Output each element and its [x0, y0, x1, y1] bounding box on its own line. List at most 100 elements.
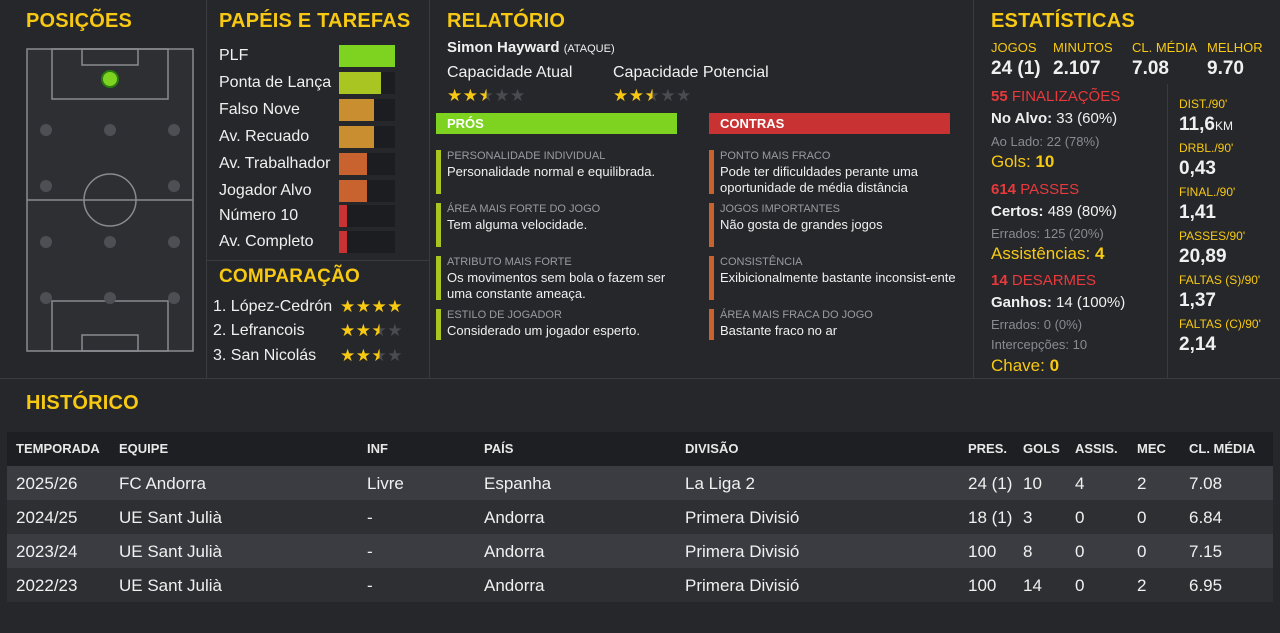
role-label: Av. Completo	[219, 233, 314, 250]
stat-value: 24 (1)	[991, 58, 1041, 79]
table-cell: 2025/26	[16, 474, 78, 493]
column-header[interactable]: ASSIS.	[1075, 441, 1118, 456]
per90-label: FALTAS (C)/90'	[1179, 317, 1261, 331]
key-tackles-line: Chave: 0	[991, 356, 1059, 376]
table-cell: Andorra	[484, 542, 545, 561]
role-row[interactable]: PLF	[219, 45, 399, 67]
star-icon: ★	[510, 86, 526, 105]
pros-marker	[436, 203, 441, 247]
per90-number: 20,89	[1179, 246, 1227, 267]
per90-number: 0,43	[1179, 158, 1216, 179]
role-label: Av. Recuado	[219, 128, 310, 145]
cons-item: PONTO MAIS FRACO Pode ter dificuldades pe…	[709, 150, 959, 195]
table-cell: 7.08	[1189, 474, 1223, 493]
column-header[interactable]: TEMPORADA	[16, 441, 100, 456]
table-cell: 2022/23	[16, 576, 78, 595]
star-icon: ★	[340, 297, 356, 316]
shots-title: 55 FINALIZAÇÕES	[991, 88, 1120, 105]
role-row[interactable]: Av. Completo	[219, 231, 399, 253]
role-rating-bar	[339, 180, 395, 202]
role-row[interactable]: Av. Recuado	[219, 126, 399, 148]
role-rating-fill	[339, 205, 347, 227]
cons-text: Pode ter dificuldades perante uma oportu…	[720, 164, 919, 195]
stat-label: CL. MÉDIA	[1132, 40, 1198, 55]
column-header[interactable]: PRES.	[968, 441, 1007, 456]
role-row[interactable]: Jogador Alvo	[219, 180, 399, 202]
role-row[interactable]: Av. Trabalhador	[219, 153, 399, 175]
comparison-item[interactable]: 2. Lefrancois ★★★★	[213, 320, 428, 342]
tackles-won: Ganhos: 14 (100%)	[991, 294, 1125, 311]
table-cell: 7.15	[1189, 542, 1223, 561]
comparison-item[interactable]: 3. San Nicolás ★★★★	[213, 345, 428, 367]
pros-marker	[436, 256, 441, 300]
column-header[interactable]: EQUIPE	[119, 441, 168, 456]
role-rating-bar	[339, 99, 395, 121]
column-header[interactable]: DIVISÃO	[685, 441, 738, 456]
role-rating-bar	[339, 45, 395, 67]
role-rating-fill	[339, 99, 374, 121]
comparison-label: 2. Lefrancois	[213, 322, 305, 339]
role-row[interactable]: Ponta de Lança	[219, 72, 399, 94]
column-header[interactable]: GOLS	[1023, 441, 1060, 456]
cons-item: ÁREA MAIS FRACA DO JOGO Bastante fraco no…	[709, 309, 959, 340]
cons-caption: CONSISTÊNCIA	[720, 256, 803, 268]
table-cell: 10	[1023, 474, 1042, 493]
stat-label: MINUTOS	[1053, 40, 1113, 55]
pros-marker	[436, 150, 441, 194]
comparison-title: COMPARAÇÃO	[219, 266, 360, 287]
completed-value: 489 (80%)	[1047, 203, 1117, 220]
pros-item: PERSONALIDADE INDIVIDUAL Personalidade no…	[436, 150, 686, 194]
potential-ability-label: Capacidade Potencial	[613, 64, 769, 81]
column-header[interactable]: PAÍS	[484, 441, 513, 456]
stat-label: JOGOS	[991, 40, 1037, 55]
cons-marker	[709, 150, 714, 194]
tackles-missed: Errados: 0 (0%)	[991, 317, 1083, 332]
pros-caption: ÁREA MAIS FORTE DO JOGO	[447, 203, 601, 215]
stat-value: 9.70	[1207, 58, 1244, 79]
divider	[973, 0, 974, 378]
cons-header: CONTRAS	[709, 113, 950, 134]
column-header[interactable]: INF	[367, 441, 388, 456]
role-rating-bar	[339, 205, 395, 227]
on-target-label: No Alvo:	[991, 110, 1053, 127]
column-header[interactable]: CL. MÉDIA	[1189, 441, 1255, 456]
per90-label: FALTAS (S)/90'	[1179, 273, 1261, 287]
pros-item: ATRIBUTO MAIS FORTE Os movimentos sem bol…	[436, 256, 686, 301]
table-cell: 2	[1137, 576, 1147, 595]
column-header[interactable]: MEC	[1137, 441, 1166, 456]
table-cell: -	[367, 542, 373, 561]
role-label: Ponta de Lança	[219, 74, 332, 91]
role-rating-fill	[339, 126, 374, 148]
table-cell: 3	[1023, 508, 1033, 527]
table-cell: 24 (1)	[968, 474, 1013, 493]
star-icon: ★	[355, 321, 372, 340]
star-icon: ★	[613, 86, 629, 105]
role-rating-bar	[339, 153, 395, 175]
star-icon: ★	[371, 297, 388, 316]
star-icon: ★	[371, 321, 388, 340]
role-row[interactable]: Número 10	[219, 205, 399, 227]
table-row[interactable]: 2022/23 UE Sant Julià - Andorra Primera Divi…	[7, 568, 1273, 602]
star-icon: ★	[387, 321, 403, 340]
stats-title: ESTATÍSTICAS	[991, 10, 1135, 32]
divider	[206, 260, 429, 261]
table-row[interactable]: 2023/24 UE Sant Julià - Andorra Primera Divi…	[7, 534, 1273, 568]
role-row[interactable]: Falso Nove	[219, 99, 399, 121]
per90-number: 1,41	[1179, 202, 1216, 223]
history-header-row: TEMPORADA EQUIPE INF PAÍS DIVISÃO PRES. GOLS AS…	[7, 432, 1273, 466]
passes-missed: Errados: 125 (20%)	[991, 226, 1104, 241]
table-row[interactable]: 2025/26 FC Andorra Livre Espanha La Liga 2 24…	[7, 466, 1273, 500]
passes-label: PASSES	[1020, 181, 1080, 198]
comparison-item[interactable]: 1. López-Cedrón ★★★★	[213, 296, 428, 318]
per90-label: DIST./90'	[1179, 97, 1228, 111]
role-rating-fill	[339, 45, 395, 67]
table-cell: 0	[1075, 508, 1085, 527]
role-rating-bar	[339, 126, 395, 148]
table-cell: 2	[1137, 474, 1147, 493]
table-row[interactable]: 2024/25 UE Sant Julià - Andorra Primera Divi…	[7, 500, 1273, 534]
passes-title: 614 PASSES	[991, 181, 1079, 198]
per90-value: 2,14	[1179, 334, 1216, 356]
key-label: Chave:	[991, 356, 1045, 375]
star-icon: ★	[355, 297, 372, 316]
pros-text: Os movimentos sem bola o fazem ser uma c…	[447, 270, 666, 301]
